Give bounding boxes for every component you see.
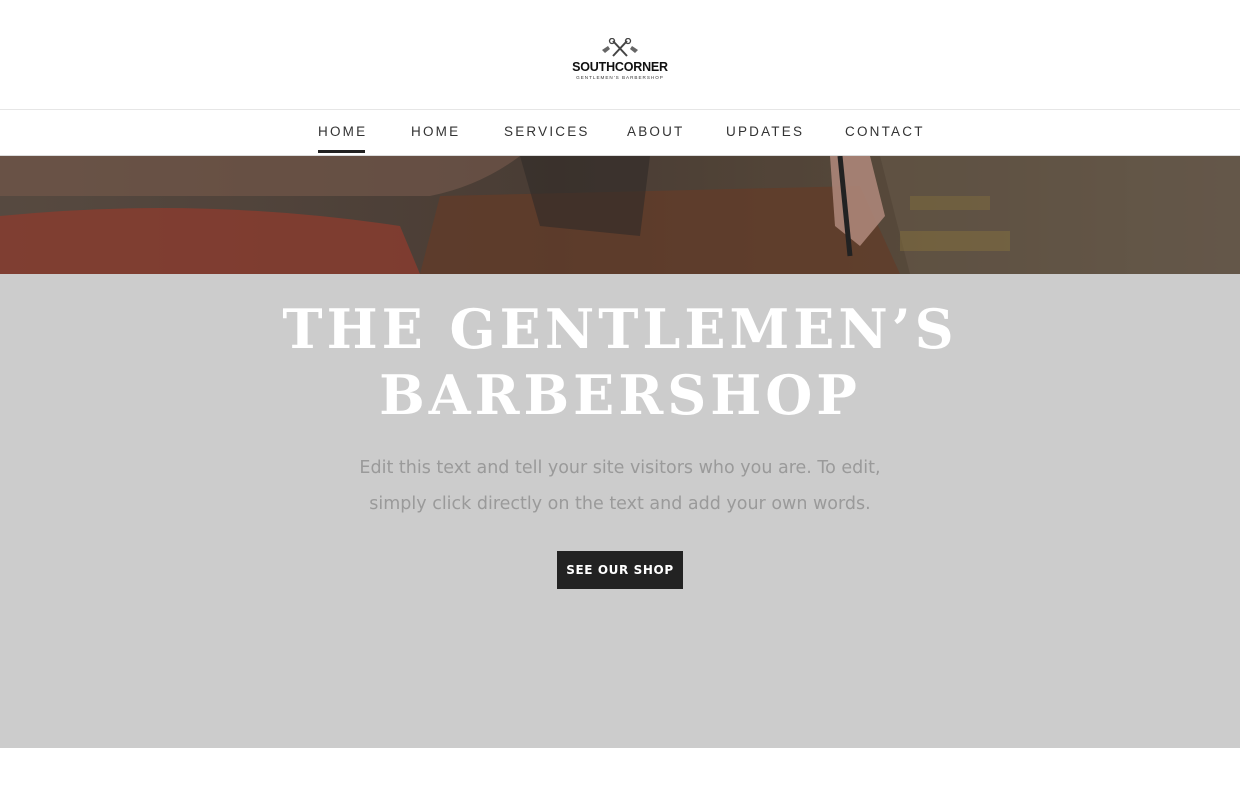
nav-item-updates[interactable]: UPDATES xyxy=(726,124,804,155)
nav-item-about[interactable]: ABOUT xyxy=(627,124,685,155)
logo-tagline: GENTLEMEN'S BARBERSHOP xyxy=(576,75,664,80)
hero-background-photo xyxy=(0,156,1240,274)
nav-item-contact[interactable]: CONTACT xyxy=(845,124,925,155)
nav-item-label: UPDATES xyxy=(726,124,805,139)
nav-item-label: HOME xyxy=(411,124,461,139)
hero-description-line-2: simply click directly on the text and ad… xyxy=(369,494,871,514)
nav-item-label: HOME xyxy=(318,124,368,139)
nav-item-label: CONTACT xyxy=(845,124,925,139)
hero-title: THE GENTLEMEN’S BARBERSHOP xyxy=(270,296,970,428)
hero-title-line-2: BARBERSHOP xyxy=(379,363,861,427)
crossed-razors-icon xyxy=(602,38,638,57)
hero-description-line-1: Edit this text and tell your site visito… xyxy=(359,458,881,478)
site-header: SOUTHCORNER GENTLEMEN'S BARBERSHOP xyxy=(0,0,1240,110)
nav-item-label: SERVICES xyxy=(504,124,590,139)
site-logo[interactable]: SOUTHCORNER GENTLEMEN'S BARBERSHOP xyxy=(564,36,676,84)
active-nav-underline xyxy=(318,150,366,153)
hero-section: THE GENTLEMEN’S BARBERSHOP Edit this tex… xyxy=(0,274,1240,748)
hero-description: Edit this text and tell your site visito… xyxy=(340,450,900,522)
main-nav: HOME HOME SERVICES ABOUT UPDATES CONTACT xyxy=(0,111,1240,156)
nav-item-home[interactable]: HOME xyxy=(411,124,460,155)
nav-item-label: ABOUT xyxy=(627,124,685,139)
hero-title-line-1: THE GENTLEMEN’S xyxy=(282,297,958,361)
nav-item-services[interactable]: SERVICES xyxy=(504,124,590,155)
page-bottom-area xyxy=(0,748,1240,800)
logo-name: SOUTHCORNER xyxy=(572,60,668,74)
nav-item-home-active[interactable]: HOME xyxy=(318,124,367,155)
see-our-shop-button[interactable]: SEE OUR SHOP xyxy=(557,551,683,589)
